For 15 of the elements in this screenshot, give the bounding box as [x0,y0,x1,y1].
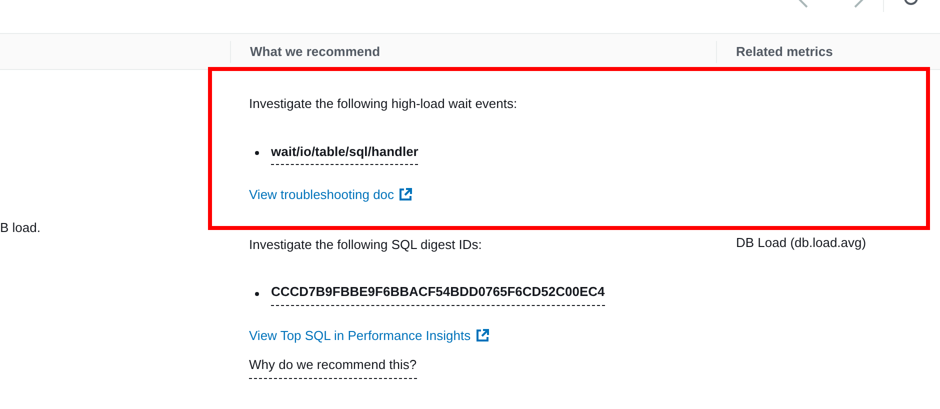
recommendation-text: Investigate the following SQL digest IDs: [249,236,483,254]
external-link[interactable]: View Top SQL in Performance Insights [249,326,489,345]
bullet-icon [255,292,259,296]
external-link-icon [399,188,412,202]
table-cell: DB Load (db.load.avg) [736,235,866,250]
column-header: What we recommend [250,42,380,61]
bullet-icon [255,151,259,156]
table-cell: B load. [0,220,40,235]
recommendation-text: Investigate the following high-load wait events: [249,95,518,113]
column-header: Related metrics [736,42,833,61]
external-link[interactable]: View troubleshooting doc [249,185,412,204]
info-link[interactable]: Why do we recommend this? [249,355,417,378]
term-link[interactable]: wait/io/table/sql/handler [271,142,418,165]
external-link-icon [476,328,489,342]
term-link[interactable]: CCCD7B9FBBE9F6BBACF54BDD0765F6CD52C00EC4 [271,282,605,306]
